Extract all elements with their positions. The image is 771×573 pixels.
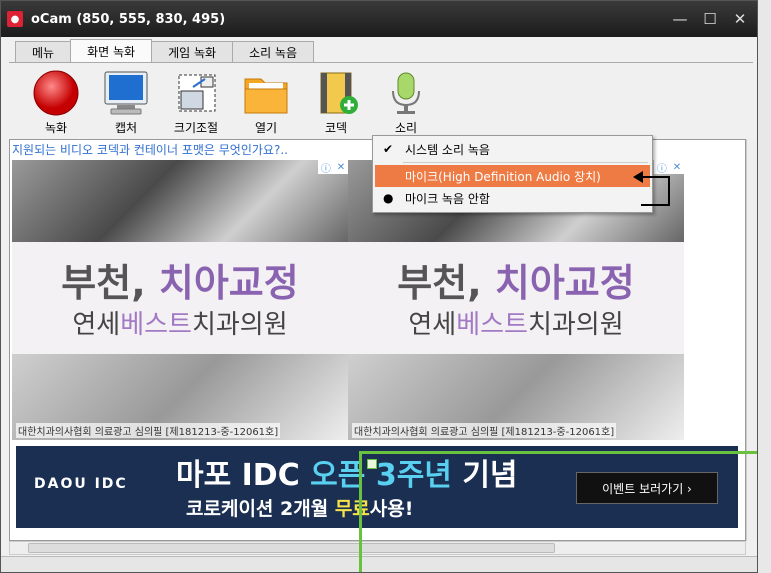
microphone-icon (381, 69, 431, 117)
ad-fine-print: 대한치과의사협회 의료광고 심의필 [제181213-중-12061호] (352, 423, 617, 438)
ad-headline-service: 치아교정 (494, 261, 635, 305)
ad-close-icon: ✕ (336, 161, 346, 173)
menu-item-system-sound[interactable]: ✔ 시스템 소리 녹음 (375, 138, 650, 160)
capture-label: 캡처 (114, 121, 138, 135)
dental-ad-left[interactable]: 부천, 치아교정 연세베스트치과의원 대한치과의사협회 의료광고 심의필 [제1… (12, 160, 348, 440)
ad-clinic-a: 연세 (72, 310, 121, 340)
toolbar: 녹화 캡처 크기조절 열기 코덱 소리 (9, 62, 753, 138)
codec-question-link[interactable]: 지원되는 비디오 코덱과 컨테이너 포맷은 무엇인가요?.. (12, 141, 288, 158)
ad-clinic-b: 베스트 (120, 310, 192, 340)
ad-clinic-b: 베스트 (456, 310, 528, 340)
record-icon (31, 69, 81, 117)
ocam-app-icon: ● (7, 11, 23, 27)
ad-text-band: 부천, 치아교정 연세베스트치과의원 (12, 242, 348, 354)
ad-headline-city: 부천, (397, 261, 495, 305)
menu-item-microphone[interactable]: 마이크(High Definition Audio 장치) (375, 165, 650, 187)
tab-game-record[interactable]: 게임 녹화 (151, 41, 234, 63)
selection-frame[interactable] (359, 451, 757, 572)
tab-menu[interactable]: 메뉴 (15, 41, 72, 63)
codec-button[interactable]: 코덱 (306, 69, 366, 136)
banner-brand-logo: DAOU IDC (34, 476, 128, 492)
menu-separator (403, 162, 648, 163)
minimize-button[interactable]: — (667, 8, 693, 30)
ad-clinic-c: 치과의원 (527, 310, 624, 340)
clinic-photo (12, 160, 348, 242)
menu-item-no-mic[interactable]: ● 마이크 녹음 안함 (375, 187, 650, 209)
tab-sound-record[interactable]: 소리 녹음 (232, 41, 315, 63)
main-tabs: 메뉴 화면 녹화 게임 녹화 소리 녹음 (15, 39, 315, 63)
ad-headline-service: 치아교정 (158, 261, 299, 305)
resize-button[interactable]: 크기조절 (166, 69, 226, 136)
folder-icon (241, 69, 291, 117)
codec-label: 코덱 (324, 121, 348, 135)
ocam-window: ● oCam (850, 555, 830, 495) — ☐ ✕ 메뉴 화면 … (0, 0, 758, 573)
resize-icon (171, 69, 221, 117)
ad-clinic-c: 치과의원 (191, 310, 288, 340)
record-button[interactable]: 녹화 (26, 69, 86, 136)
open-button[interactable]: 열기 (236, 69, 296, 136)
ad-clinic-a: 연세 (408, 310, 457, 340)
close-button[interactable]: ✕ (727, 8, 753, 30)
check-icon: ✔ (383, 142, 394, 156)
annotation-arrow-icon (633, 171, 670, 206)
radio-dot-icon: ● (383, 191, 394, 205)
film-add-icon (311, 69, 361, 117)
record-label: 녹화 (44, 121, 68, 135)
sound-button[interactable]: 소리 (376, 69, 436, 136)
sound-label: 소리 (394, 121, 418, 135)
background-window-edge (758, 0, 771, 573)
monitor-icon (101, 69, 151, 117)
ad-text-band: 부천, 치아교정 연세베스트치과의원 (348, 242, 684, 354)
window-title: oCam (850, 555, 830, 495) (31, 11, 226, 27)
title-bar[interactable]: ● oCam (850, 555, 830, 495) — ☐ ✕ (1, 1, 757, 37)
ad-badge[interactable]: ⓘ ✕ (318, 160, 348, 175)
selection-resize-handle[interactable] (367, 459, 377, 469)
window-controls: — ☐ ✕ (667, 8, 753, 30)
ad-headline-city: 부천, (61, 261, 159, 305)
open-label: 열기 (254, 121, 278, 135)
tab-screen-record[interactable]: 화면 녹화 (70, 39, 153, 63)
capture-button[interactable]: 캡처 (96, 69, 156, 136)
resize-label: 크기조절 (173, 121, 219, 135)
ad-info-icon: ⓘ (320, 163, 331, 175)
ad-fine-print: 대한치과의사협회 의료광고 심의필 [제181213-중-12061호] (16, 423, 281, 438)
maximize-button[interactable]: ☐ (697, 8, 723, 30)
sound-dropdown-menu: ✔ 시스템 소리 녹음 마이크(High Definition Audio 장치… (372, 135, 653, 213)
